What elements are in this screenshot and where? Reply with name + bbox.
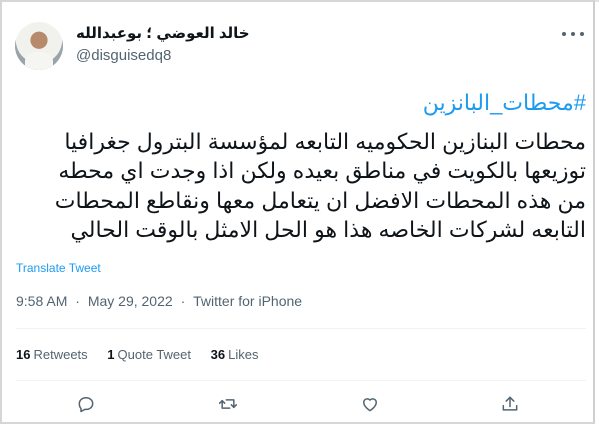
likes-count: 36: [210, 347, 226, 362]
retweets-label: Retweets: [33, 347, 88, 362]
meta-separator: ·: [180, 293, 186, 309]
more-horizontal-icon[interactable]: [562, 24, 584, 44]
divider: [16, 328, 586, 329]
quotes-count: 1: [107, 347, 115, 362]
tweet-meta: 9:58 AM · May 29, 2022 · Twitter for iPh…: [16, 293, 302, 309]
heart-icon[interactable]: [357, 391, 383, 417]
meta-separator: ·: [75, 293, 80, 309]
quotes-label: Quote Tweet: [117, 347, 192, 362]
reply-icon[interactable]: [73, 391, 99, 417]
tweet-source[interactable]: Twitter for iPhone: [193, 293, 302, 309]
author-handle[interactable]: @disguisedq8: [76, 47, 171, 64]
hashtag-link[interactable]: #محطات_البانزين: [16, 88, 586, 118]
tweet-time[interactable]: 9:58 AM: [16, 293, 67, 309]
tweet-line: من هذه المحطات الافضل ان يتعامل معها ونق…: [54, 187, 586, 213]
tweet-card: خالد العوضي ؛ بوعبدالله @disguisedq8 #مح…: [0, 0, 595, 424]
retweet-icon[interactable]: [215, 391, 241, 417]
likes-stat[interactable]: 36 Likes: [211, 347, 259, 362]
divider: [16, 380, 586, 381]
retweets-count: 16: [16, 347, 31, 362]
quote-tweets-stat[interactable]: 1 Quote Tweet: [107, 347, 191, 362]
tweet-line: التابعه لشركات الخاصه هذا هو الحل الامثل…: [70, 217, 586, 242]
tweet-actions: [2, 391, 599, 419]
tweet-line: توزيعها بالكويت في مناطق بعيده ولكن اذا …: [58, 158, 586, 183]
tweet-date[interactable]: May 29, 2022: [88, 293, 173, 309]
likes-label: Likes: [228, 347, 259, 362]
tweet-text: #محطات_البانزين محطات البنازين الحكوميه …: [16, 88, 586, 245]
tweet-line: محطات البنازين الحكوميه التابعه لمؤسسة ا…: [64, 128, 586, 154]
retweets-stat[interactable]: 16 Retweets: [16, 347, 88, 362]
tweet-stats: 16 Retweets 1 Quote Tweet 36 Likes: [16, 347, 274, 362]
share-icon[interactable]: [497, 391, 523, 417]
avatar[interactable]: [15, 22, 63, 70]
translate-tweet-link[interactable]: Translate Tweet: [16, 261, 101, 275]
author-display-name[interactable]: خالد العوضي ؛ بوعبدالله: [76, 24, 250, 42]
